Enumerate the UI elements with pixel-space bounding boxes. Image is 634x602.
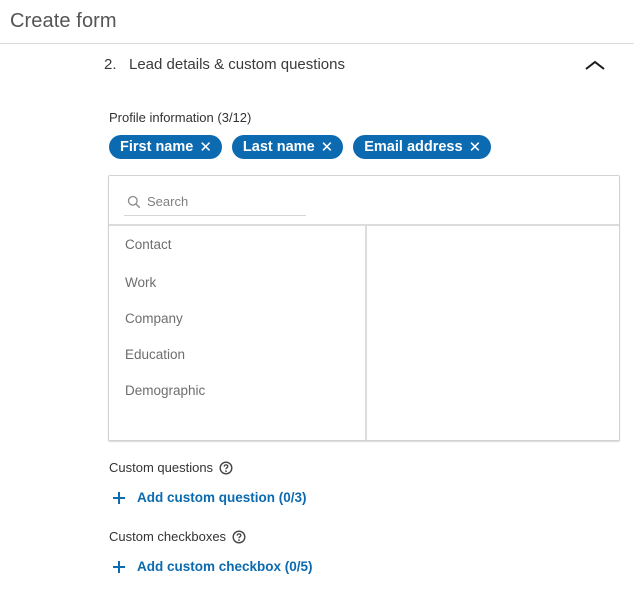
add-custom-checkbox-button[interactable]: Add custom checkbox (0/5): [112, 559, 313, 574]
plus-icon: [113, 560, 125, 573]
close-icon[interactable]: ✕: [469, 138, 482, 156]
section-header[interactable]: 2. Lead details & custom questions: [0, 44, 634, 88]
profile-field-picker: Contact Work Company Education Demograph…: [108, 175, 620, 441]
chevron-up-icon: [585, 60, 605, 70]
custom-checkboxes-label: Custom checkboxes: [109, 529, 246, 544]
close-icon[interactable]: ✕: [321, 138, 334, 156]
selected-field-pill[interactable]: Last name ✕: [231, 135, 344, 159]
selected-field-pill[interactable]: Email address ✕: [353, 135, 492, 159]
add-custom-checkbox-label: Add custom checkbox (0/5): [137, 559, 313, 574]
category-item-education[interactable]: Education: [109, 336, 365, 372]
category-item-work[interactable]: Work: [109, 264, 365, 300]
search-field[interactable]: [124, 188, 306, 216]
custom-checkboxes-title: Custom checkboxes: [109, 529, 227, 544]
category-item-company[interactable]: Company: [109, 300, 365, 336]
plus-icon: [113, 491, 125, 504]
help-icon[interactable]: [232, 529, 246, 544]
pill-label: First name: [120, 139, 194, 155]
custom-questions-label: Custom questions: [109, 460, 233, 475]
divider: [365, 226, 367, 440]
pill-label: Last name: [242, 139, 315, 155]
section-number: 2.: [104, 56, 117, 73]
selected-field-pill[interactable]: First name ✕: [109, 135, 222, 159]
add-custom-question-label: Add custom question (0/3): [137, 490, 307, 505]
search-icon: [127, 195, 141, 208]
custom-questions-title: Custom questions: [109, 460, 214, 475]
page-header: Create form: [0, 0, 634, 44]
help-icon[interactable]: [219, 460, 233, 475]
selected-fields: First name ✕ Last name ✕ Email address ✕: [109, 135, 492, 159]
search-input[interactable]: [147, 194, 297, 209]
category-item-demographic[interactable]: Demographic: [109, 372, 365, 408]
add-custom-question-button[interactable]: Add custom question (0/3): [112, 490, 307, 505]
category-item-contact[interactable]: Contact: [109, 226, 365, 264]
section-title: Lead details & custom questions: [129, 56, 345, 73]
profile-information-label: Profile information (3/12): [109, 110, 252, 125]
collapse-section-button[interactable]: [582, 54, 608, 76]
pill-label: Email address: [364, 139, 463, 155]
category-list: Contact Work Company Education Demograph…: [109, 226, 365, 408]
page-title: Create form: [10, 10, 117, 32]
close-icon[interactable]: ✕: [199, 138, 212, 156]
